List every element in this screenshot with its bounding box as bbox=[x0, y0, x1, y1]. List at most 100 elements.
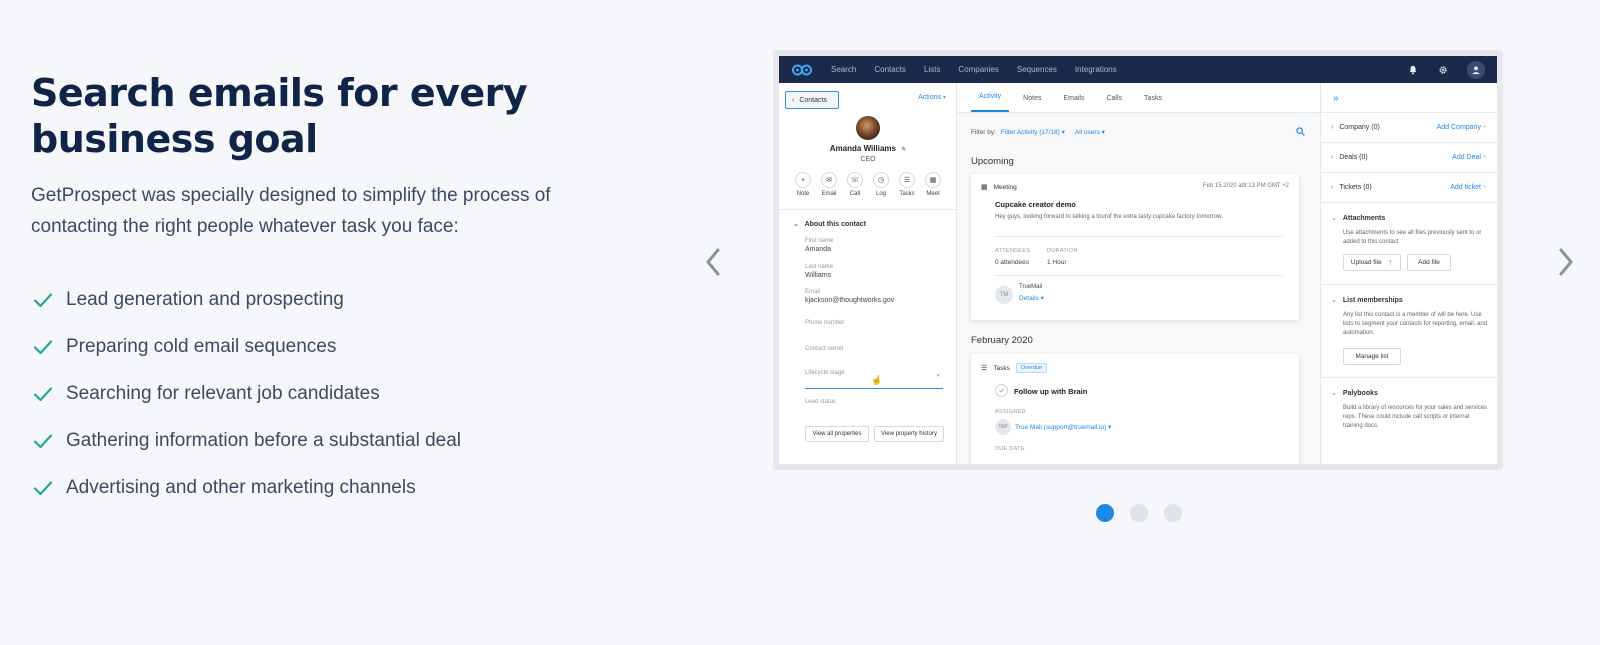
task-type: Tasks bbox=[993, 364, 1010, 372]
double-chevron-right-icon[interactable]: » bbox=[1333, 93, 1339, 104]
check-icon bbox=[31, 429, 55, 453]
qa-label: Email bbox=[821, 191, 837, 197]
email-action[interactable]: ✉ Email bbox=[818, 172, 840, 197]
tab-notes[interactable]: Notes bbox=[1015, 95, 1049, 112]
email-field[interactable]: Email kjackson@thoughtworks.gov bbox=[805, 289, 945, 304]
tab-emails[interactable]: Emails bbox=[1055, 95, 1092, 112]
log-action[interactable]: ◷ Log bbox=[870, 172, 892, 197]
tab-tasks[interactable]: Tasks bbox=[1136, 95, 1170, 112]
lead-status-field[interactable]: Lead status bbox=[805, 399, 945, 405]
task-card[interactable]: ☰ Tasks Overdue Follow up with Brain ASS… bbox=[971, 354, 1299, 464]
owner-avatar: TM bbox=[995, 286, 1013, 304]
meeting-type: Meeting bbox=[993, 183, 1017, 191]
details-label: Details bbox=[1019, 295, 1039, 302]
due-date-label: DUE DATE bbox=[995, 446, 1025, 452]
upload-file-button[interactable]: Upload file ⇡ bbox=[1343, 254, 1401, 271]
meet-action[interactable]: ▦ Meet bbox=[922, 172, 944, 197]
last-name-field[interactable]: Last name Williams bbox=[805, 264, 945, 279]
field-value: Williams bbox=[805, 272, 832, 279]
nav-search[interactable]: Search bbox=[831, 65, 856, 74]
view-all-properties-button[interactable]: View all properties bbox=[805, 426, 869, 442]
meeting-card[interactable]: ▦ Meeting Feb 15.2020 at8:13 PM GMT +2 C… bbox=[971, 174, 1299, 320]
add-deal-label: Add Deal bbox=[1452, 154, 1481, 161]
contact-panel: ‹ Contacts Actions ▾ Amanda Williams ✎ C… bbox=[779, 83, 957, 464]
attachments-text: Use attachments to see all files previou… bbox=[1343, 230, 1482, 245]
duration-value: 1 Hour bbox=[1047, 259, 1067, 266]
check-icon bbox=[999, 388, 1004, 393]
activity-filter-dropdown[interactable]: Filter Activity (17/18) ▾ bbox=[1001, 128, 1065, 136]
meeting-description: Hey guys, looking forward to talking a t… bbox=[995, 214, 1223, 220]
users-value: All users bbox=[1074, 129, 1100, 136]
playbooks-section[interactable]: ⌄ Palybooks bbox=[1331, 389, 1487, 398]
attendees-label: ATTENDEES bbox=[995, 248, 1031, 254]
divider bbox=[1321, 142, 1497, 143]
field-label: Lead status bbox=[805, 399, 837, 405]
nav-sequences[interactable]: Sequences bbox=[1017, 65, 1057, 74]
divider bbox=[1321, 172, 1497, 173]
chevron-down-icon: ⌄ bbox=[1331, 390, 1337, 397]
details-dropdown[interactable]: Details ▾ bbox=[1019, 294, 1044, 302]
about-title: About this contact bbox=[804, 221, 867, 228]
add-deal-button[interactable]: Add Deal + bbox=[1452, 154, 1487, 161]
app-screenshot-frame: Search Contacts Lists Companies Sequence… bbox=[773, 50, 1503, 470]
contact-name: Amanda Williams ✎ bbox=[779, 144, 957, 153]
deals-section[interactable]: › Deals (0) Add Deal + bbox=[1331, 154, 1487, 161]
goal-item: Lead generation and prospecting bbox=[31, 276, 631, 323]
company-section[interactable]: › Company (0) Add Company + bbox=[1331, 124, 1487, 131]
search-icon[interactable] bbox=[1296, 127, 1306, 137]
carousel-next-button[interactable] bbox=[1553, 244, 1579, 280]
back-to-contacts-button[interactable]: ‹ Contacts bbox=[785, 91, 839, 109]
owl-logo-icon bbox=[791, 63, 813, 77]
bell-icon[interactable] bbox=[1407, 64, 1419, 76]
add-company-button[interactable]: Add Company + bbox=[1437, 124, 1487, 131]
contact-role: CEO bbox=[860, 156, 876, 163]
meeting-title: Cupcake creator demo bbox=[995, 200, 1076, 209]
note-action[interactable]: + Note bbox=[792, 172, 814, 197]
nav-lists[interactable]: Lists bbox=[924, 65, 940, 74]
add-file-button[interactable]: Add file bbox=[1407, 254, 1451, 271]
list-memberships-section[interactable]: ⌄ List memberships bbox=[1331, 296, 1487, 305]
carousel-prev-button[interactable] bbox=[700, 244, 726, 280]
chevron-down-icon: ▾ bbox=[942, 95, 946, 101]
view-property-history-button[interactable]: View property history bbox=[874, 426, 944, 442]
manage-list-button[interactable]: Manage list bbox=[1343, 348, 1401, 365]
filter-value: Filter Activity (17/18) bbox=[1000, 129, 1060, 136]
tab-activity[interactable]: Activity bbox=[971, 93, 1010, 112]
pencil-icon[interactable]: ✎ bbox=[901, 147, 906, 153]
carousel-dot[interactable] bbox=[1130, 504, 1148, 522]
gear-icon[interactable] bbox=[1437, 64, 1449, 76]
associations-panel: » › Company (0) Add Company + › Deals (0… bbox=[1321, 83, 1497, 464]
add-ticket-button[interactable]: Add ticket + bbox=[1450, 184, 1487, 191]
tickets-section[interactable]: › Tickets (0) Add ticket + bbox=[1331, 184, 1487, 191]
activity-tabs: Activity Notes Emails Calls Tasks bbox=[957, 83, 1320, 113]
chevron-right-icon bbox=[1559, 248, 1573, 276]
cursor-hand-icon: ☝ bbox=[871, 375, 883, 385]
complete-task-checkbox[interactable] bbox=[995, 384, 1008, 397]
activity-panel: Activity Notes Emails Calls Tasks Filter… bbox=[957, 83, 1321, 464]
attachments-section[interactable]: ⌄ Attachments bbox=[1331, 214, 1487, 223]
card-type: ☰ Tasks Overdue bbox=[981, 363, 1048, 373]
duration-label: DURATION bbox=[1047, 248, 1078, 254]
first-name-field[interactable]: First name Amanda bbox=[805, 238, 945, 253]
actions-dropdown[interactable]: Actions ▾ bbox=[918, 94, 946, 101]
nav-integrations[interactable]: Integrations bbox=[1075, 65, 1117, 74]
list-icon: ☰ bbox=[899, 172, 915, 188]
assignee-dropdown[interactable]: True Mail (support@truemail.io) ▾ bbox=[1015, 423, 1111, 431]
overdue-badge: Overdue bbox=[1015, 363, 1048, 373]
calendar-icon: ▦ bbox=[981, 184, 988, 191]
about-contact-toggle[interactable]: ⌄ About this contact bbox=[793, 220, 866, 228]
carousel-dot[interactable] bbox=[1164, 504, 1182, 522]
nav-contacts[interactable]: Contacts bbox=[874, 65, 906, 74]
owner-field[interactable]: Contact owner bbox=[805, 346, 945, 352]
tab-calls[interactable]: Calls bbox=[1098, 95, 1130, 112]
attendees-value: 0 attendees bbox=[995, 259, 1029, 266]
nav-companies[interactable]: Companies bbox=[958, 65, 998, 74]
meeting-date: Feb 15.2020 at8:13 PM GMT +2 bbox=[1202, 183, 1289, 189]
field-label: Phone number bbox=[805, 320, 845, 326]
call-action[interactable]: ☏ Call bbox=[844, 172, 866, 197]
user-avatar-icon[interactable] bbox=[1467, 60, 1485, 79]
phone-field[interactable]: Phone number bbox=[805, 320, 945, 326]
tasks-action[interactable]: ☰ Tasks bbox=[896, 172, 918, 197]
carousel-dot[interactable] bbox=[1096, 504, 1114, 522]
users-filter-dropdown[interactable]: All users ▾ bbox=[1075, 128, 1105, 136]
